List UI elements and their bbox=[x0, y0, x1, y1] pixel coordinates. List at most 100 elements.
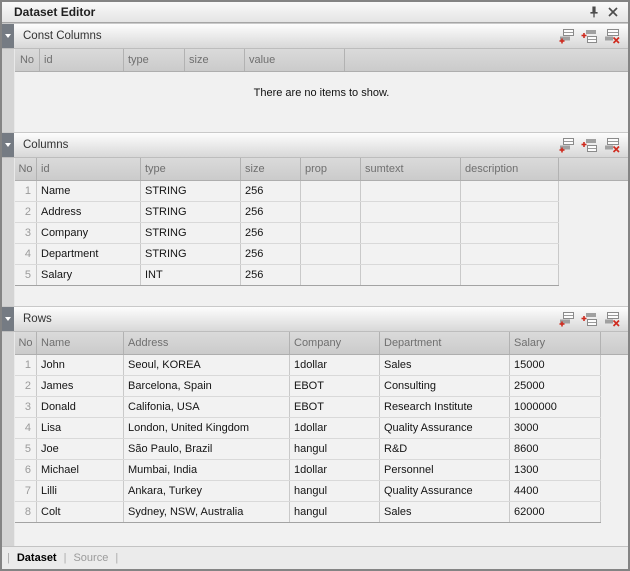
table-cell[interactable]: James bbox=[37, 376, 124, 396]
table-cell[interactable]: Salary bbox=[37, 265, 141, 285]
table-cell[interactable]: 8600 bbox=[510, 439, 601, 459]
delete-row-button[interactable] bbox=[604, 311, 621, 327]
table-cell[interactable]: Name bbox=[37, 181, 141, 201]
table-cell[interactable]: Barcelona, Spain bbox=[124, 376, 290, 396]
row-number-cell[interactable]: 2 bbox=[15, 202, 37, 222]
table-cell[interactable] bbox=[301, 181, 361, 201]
close-button[interactable] bbox=[603, 4, 622, 20]
column-header[interactable]: size bbox=[185, 49, 245, 71]
table-cell[interactable]: STRING bbox=[141, 244, 241, 264]
table-cell[interactable]: 1dollar bbox=[290, 460, 380, 480]
column-header[interactable]: Address bbox=[124, 332, 290, 354]
collapse-section-button[interactable] bbox=[2, 133, 14, 157]
table-cell[interactable]: Sales bbox=[380, 502, 510, 522]
delete-row-button[interactable] bbox=[604, 28, 621, 44]
row-number-cell[interactable]: 4 bbox=[15, 244, 37, 264]
table-cell[interactable]: hangul bbox=[290, 502, 380, 522]
table-cell[interactable]: 62000 bbox=[510, 502, 601, 522]
table-cell[interactable]: São Paulo, Brazil bbox=[124, 439, 290, 459]
table-cell[interactable]: Address bbox=[37, 202, 141, 222]
row-number-cell[interactable]: 1 bbox=[15, 355, 37, 375]
column-header[interactable]: value bbox=[245, 49, 345, 71]
table-row[interactable]: 3CompanySTRING256 bbox=[15, 223, 559, 244]
table-cell[interactable]: 1dollar bbox=[290, 355, 380, 375]
row-number-cell[interactable]: 6 bbox=[15, 460, 37, 480]
table-cell[interactable]: Research Institute bbox=[380, 397, 510, 417]
table-row[interactable]: 1JohnSeoul, KOREA1dollarSales15000 bbox=[15, 355, 601, 376]
column-header[interactable]: Department bbox=[380, 332, 510, 354]
table-cell[interactable] bbox=[461, 181, 559, 201]
row-number-cell[interactable]: 2 bbox=[15, 376, 37, 396]
table-cell[interactable] bbox=[461, 202, 559, 222]
table-cell[interactable]: 3000 bbox=[510, 418, 601, 438]
insert-row-button[interactable] bbox=[581, 137, 598, 153]
table-cell[interactable]: hangul bbox=[290, 481, 380, 501]
table-cell[interactable]: R&D bbox=[380, 439, 510, 459]
row-number-cell[interactable]: 3 bbox=[15, 223, 37, 243]
table-cell[interactable]: Sales bbox=[380, 355, 510, 375]
table-cell[interactable]: Quality Assurance bbox=[380, 418, 510, 438]
table-cell[interactable]: Mumbai, India bbox=[124, 460, 290, 480]
insert-row-button[interactable] bbox=[581, 311, 598, 327]
table-cell[interactable]: Quality Assurance bbox=[380, 481, 510, 501]
table-cell[interactable]: 25000 bbox=[510, 376, 601, 396]
table-row[interactable]: 4LisaLondon, United Kingdom1dollarQualit… bbox=[15, 418, 601, 439]
table-cell[interactable]: Company bbox=[37, 223, 141, 243]
column-header[interactable]: description bbox=[461, 158, 559, 180]
column-header[interactable]: Salary bbox=[510, 332, 601, 354]
delete-row-button[interactable] bbox=[604, 137, 621, 153]
table-cell[interactable] bbox=[461, 223, 559, 243]
add-row-button[interactable] bbox=[558, 137, 575, 153]
table-cell[interactable] bbox=[361, 265, 461, 285]
table-cell[interactable]: Ankara, Turkey bbox=[124, 481, 290, 501]
table-cell[interactable]: London, United Kingdom bbox=[124, 418, 290, 438]
table-cell[interactable] bbox=[361, 181, 461, 201]
table-row[interactable]: 5SalaryINT256 bbox=[15, 265, 559, 286]
table-cell[interactable]: Sydney, NSW, Australia bbox=[124, 502, 290, 522]
row-number-cell[interactable]: 5 bbox=[15, 439, 37, 459]
collapse-section-button[interactable] bbox=[2, 307, 14, 331]
tab-source[interactable]: Source bbox=[73, 552, 108, 564]
table-row[interactable]: 7LilliAnkara, TurkeyhangulQuality Assura… bbox=[15, 481, 601, 502]
table-cell[interactable]: EBOT bbox=[290, 397, 380, 417]
table-cell[interactable]: 256 bbox=[241, 181, 301, 201]
table-cell[interactable]: 1dollar bbox=[290, 418, 380, 438]
table-cell[interactable]: 256 bbox=[241, 202, 301, 222]
row-number-cell[interactable]: 7 bbox=[15, 481, 37, 501]
column-header[interactable]: prop bbox=[301, 158, 361, 180]
table-cell[interactable] bbox=[361, 223, 461, 243]
table-cell[interactable]: Personnel bbox=[380, 460, 510, 480]
table-row[interactable]: 5JoeSão Paulo, BrazilhangulR&D8600 bbox=[15, 439, 601, 460]
table-row[interactable]: 4DepartmentSTRING256 bbox=[15, 244, 559, 265]
table-cell[interactable]: John bbox=[37, 355, 124, 375]
row-number-cell[interactable]: 1 bbox=[15, 181, 37, 201]
row-number-cell[interactable]: 8 bbox=[15, 502, 37, 522]
table-cell[interactable]: 256 bbox=[241, 223, 301, 243]
column-header[interactable]: Company bbox=[290, 332, 380, 354]
column-header[interactable]: Name bbox=[37, 332, 124, 354]
table-cell[interactable]: 256 bbox=[241, 244, 301, 264]
tab-dataset[interactable]: Dataset bbox=[17, 552, 57, 564]
row-number-cell[interactable]: 5 bbox=[15, 265, 37, 285]
table-cell[interactable] bbox=[301, 202, 361, 222]
collapse-section-button[interactable] bbox=[2, 24, 14, 48]
table-cell[interactable] bbox=[361, 202, 461, 222]
column-header[interactable]: No bbox=[15, 49, 40, 71]
table-cell[interactable] bbox=[301, 244, 361, 264]
table-cell[interactable]: STRING bbox=[141, 223, 241, 243]
column-header[interactable]: sumtext bbox=[361, 158, 461, 180]
table-cell[interactable] bbox=[461, 265, 559, 285]
row-number-cell[interactable]: 4 bbox=[15, 418, 37, 438]
table-cell[interactable]: hangul bbox=[290, 439, 380, 459]
table-cell[interactable] bbox=[301, 265, 361, 285]
table-row[interactable]: 8ColtSydney, NSW, AustraliahangulSales62… bbox=[15, 502, 601, 523]
column-header[interactable]: size bbox=[241, 158, 301, 180]
add-row-button[interactable] bbox=[558, 28, 575, 44]
table-cell[interactable]: 1300 bbox=[510, 460, 601, 480]
column-header[interactable]: id bbox=[37, 158, 141, 180]
table-cell[interactable] bbox=[461, 244, 559, 264]
table-cell[interactable]: Donald bbox=[37, 397, 124, 417]
table-row[interactable]: 1NameSTRING256 bbox=[15, 181, 559, 202]
insert-row-button[interactable] bbox=[581, 28, 598, 44]
table-cell[interactable]: STRING bbox=[141, 202, 241, 222]
